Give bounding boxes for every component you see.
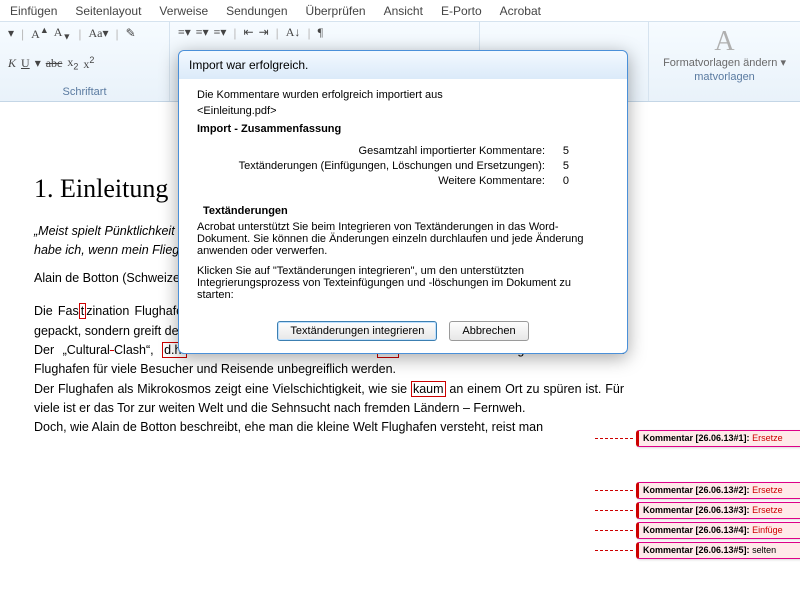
superscript-button[interactable]: x2 xyxy=(83,55,94,72)
font-shrink-icon[interactable]: A▼ xyxy=(54,25,72,41)
multilevel-icon[interactable]: ≡▾ xyxy=(214,25,227,40)
pilcrow-icon[interactable]: ¶ xyxy=(318,25,323,40)
tab-eporto[interactable]: E-Porto xyxy=(441,4,482,18)
tab-sendungen[interactable]: Sendungen xyxy=(226,4,287,18)
summary-row-2: Textänderungen (Einfügungen, Löschungen … xyxy=(197,160,569,172)
dialog-para2: Klicken Sie auf "Textänderungen integrie… xyxy=(197,265,609,301)
dialog-line1: Die Kommentare wurden erfolgreich import… xyxy=(197,89,609,101)
sort-icon[interactable]: A↓ xyxy=(286,25,301,40)
tab-verweise[interactable]: Verweise xyxy=(159,4,208,18)
ribbon-group-clipboard: ▾ | A▲ A▼ | Aa▾ | ✎ K U ▾ abc x2 x2 Schr… xyxy=(0,22,170,101)
subscript-button[interactable]: x2 xyxy=(67,55,78,71)
font-grow-icon[interactable]: A▲ xyxy=(31,25,49,42)
comment-3[interactable]: Kommentar [26.06.13#3]: Ersetze xyxy=(636,502,800,519)
ribbon-tabs: Einfügen Seitenlayout Verweise Sendungen… xyxy=(0,0,800,22)
comment-4[interactable]: Kommentar [26.06.13#4]: Einfüge xyxy=(636,522,800,539)
body-p3: Der Flughafen als Mikrokosmos zeigt eine… xyxy=(34,380,624,419)
dialog-line2: <Einleitung.pdf> xyxy=(197,105,609,117)
cancel-button[interactable]: Abbrechen xyxy=(449,321,528,341)
tab-ansicht[interactable]: Ansicht xyxy=(384,4,423,18)
summary-row-1: Gesamtzahl importierter Kommentare:5 xyxy=(197,145,569,157)
strike-button[interactable]: abc xyxy=(46,56,63,71)
integrate-button[interactable]: Textänderungen integrieren xyxy=(277,321,437,341)
connector-2 xyxy=(595,490,633,491)
styles-icon[interactable]: A xyxy=(663,28,786,56)
dialog-body: Die Kommentare wurden erfolgreich import… xyxy=(179,79,627,311)
dialog-para1: Acrobat unterstützt Sie beim Integrieren… xyxy=(197,221,609,257)
numbering-icon[interactable]: ≡▾ xyxy=(196,25,209,40)
comment-1[interactable]: Kommentar [26.06.13#1]: Ersetze xyxy=(636,430,800,447)
mark-kaum: kaum xyxy=(411,381,446,397)
tab-seitenlayout[interactable]: Seitenlayout xyxy=(75,4,141,18)
group-label-styles: matvorlagen xyxy=(663,71,786,83)
indent-dec-icon[interactable]: ⇤ xyxy=(244,25,254,40)
dialog-title: Import war erfolgreich. xyxy=(179,51,627,79)
comment-2[interactable]: Kommentar [26.06.13#2]: Ersetze xyxy=(636,482,800,499)
change-case-icon[interactable]: Aa▾ xyxy=(88,26,108,41)
connector-4 xyxy=(595,530,633,531)
underline-menu[interactable]: ▾ xyxy=(35,56,41,71)
paste-icon[interactable]: ▾ xyxy=(8,26,14,41)
comment-5[interactable]: Kommentar [26.06.13#5]: selten xyxy=(636,542,800,559)
dialog-section-title: Textänderungen xyxy=(203,205,609,217)
dialog-buttons: Textänderungen integrieren Abbrechen xyxy=(179,311,627,353)
italic-button[interactable]: K xyxy=(8,56,16,71)
import-dialog: Import war erfolgreich. Die Kommentare w… xyxy=(178,50,628,354)
group-label-font: Schriftart xyxy=(8,84,161,99)
dialog-heading: Import - Zusammenfassung xyxy=(197,123,609,135)
tab-ueberpruefen[interactable]: Überprüfen xyxy=(306,4,366,18)
clear-format-icon[interactable]: ✎ xyxy=(126,26,136,41)
styles-change-button[interactable]: Formatvorlagen ändern ▾ xyxy=(663,56,786,69)
connector-1 xyxy=(595,438,633,439)
underline-button[interactable]: U xyxy=(21,56,30,71)
connector-3 xyxy=(595,510,633,511)
connector-5 xyxy=(595,550,633,551)
bullets-icon[interactable]: ≡▾ xyxy=(178,25,191,40)
tab-einfuegen[interactable]: Einfügen xyxy=(10,4,57,18)
summary-row-3: Weitere Kommentare:0 xyxy=(197,175,569,187)
ribbon-group-styles: A Formatvorlagen ändern ▾ matvorlagen xyxy=(648,22,800,101)
indent-inc-icon[interactable]: ⇥ xyxy=(259,25,269,40)
tab-acrobat[interactable]: Acrobat xyxy=(500,4,541,18)
body-p4: Doch, wie Alain de Botton beschreibt, eh… xyxy=(34,418,624,437)
